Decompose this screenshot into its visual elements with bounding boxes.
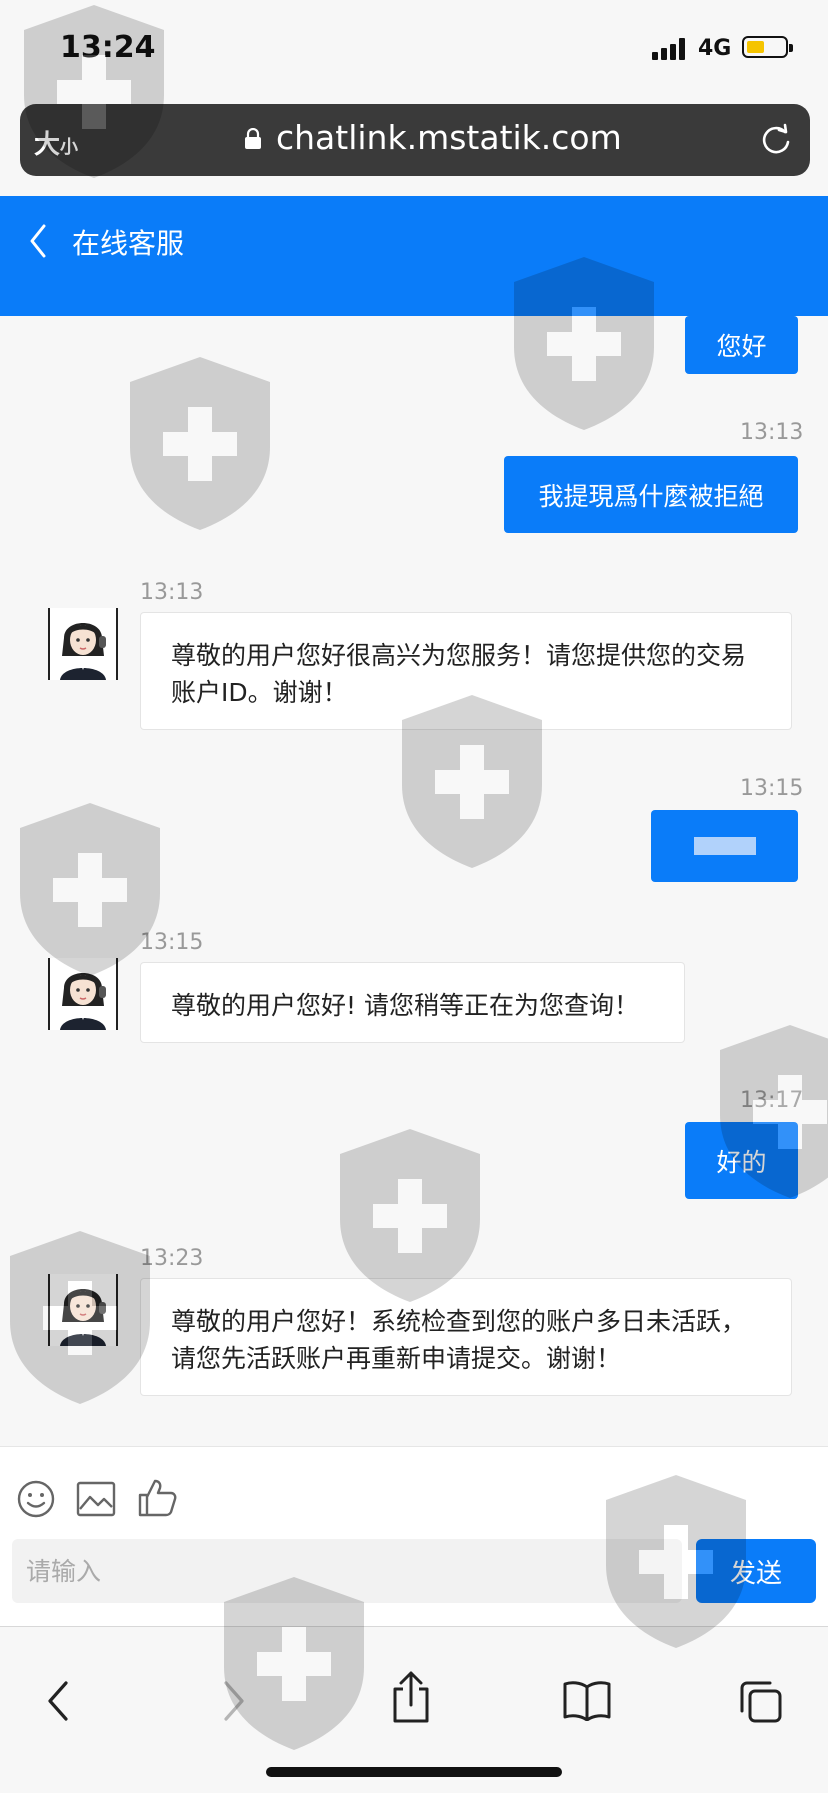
text-size-small-label: 小 (60, 137, 79, 158)
agent-avatar-image (60, 623, 106, 680)
outgoing-message: 我提現爲什麼被拒絕 (504, 456, 798, 533)
incoming-message: 尊敬的用户您好！系统检查到您的账户多日未活跃，请您先活跃账户再重新申请提交。谢谢… (140, 1278, 792, 1396)
status-time: 13:24 (60, 30, 156, 65)
message-timestamp: 13:13 (140, 580, 204, 605)
watermark-shield-icon (130, 357, 270, 530)
watermark-shield-icon (340, 1129, 480, 1302)
outgoing-message (651, 810, 798, 882)
incoming-message: 尊敬的用户您好! 请您稍等正在为您查询！ (140, 962, 685, 1043)
share-icon[interactable] (390, 1669, 432, 1725)
incoming-message: 尊敬的用户您好很高兴为您服务！请您提供您的交易账户ID。谢谢！ (140, 612, 792, 730)
header-title: 在线客服 (72, 227, 185, 260)
home-indicator (266, 1767, 562, 1777)
agent-avatar (48, 958, 118, 1030)
agent-avatar-image (60, 1289, 106, 1346)
back-chevron-icon[interactable] (26, 222, 50, 260)
back-icon[interactable] (44, 1679, 70, 1723)
browser-toolbar (0, 1626, 828, 1793)
redacted-block (693, 837, 756, 855)
message-timestamp: 13:15 (740, 776, 804, 801)
smiley-icon[interactable] (16, 1479, 56, 1519)
text-size-large-label: 大 (34, 130, 61, 160)
image-icon[interactable] (76, 1481, 116, 1517)
agent-avatar (48, 1274, 118, 1346)
chat-header: 在线客服 (0, 196, 828, 316)
signal-icon (652, 38, 688, 60)
url-text[interactable]: chatlink.mstatik.com (276, 118, 622, 157)
network-type: 4G (698, 36, 732, 61)
url-bar[interactable]: 大小 chatlink.mstatik.com (20, 104, 810, 176)
agent-avatar-image (60, 973, 106, 1030)
message-timestamp: 13:17 (740, 1088, 804, 1113)
text-size-button[interactable]: 大小 (34, 124, 78, 161)
message-timestamp: 13:23 (140, 1246, 204, 1271)
message-timestamp: 13:15 (140, 930, 204, 955)
battery-icon (742, 36, 793, 58)
message-composer: 发送 (0, 1446, 828, 1627)
message-timestamp: 13:13 (740, 420, 804, 445)
outgoing-message: 好的 (685, 1122, 798, 1199)
status-bar: 13:24 4G (0, 0, 828, 96)
outgoing-message: 您好 (685, 316, 798, 374)
agent-avatar (48, 608, 118, 680)
reload-icon[interactable] (758, 122, 794, 158)
message-input[interactable] (12, 1539, 682, 1603)
send-button[interactable]: 发送 (696, 1539, 816, 1603)
bookmarks-icon[interactable] (562, 1679, 612, 1721)
lock-icon (245, 128, 261, 149)
forward-icon[interactable] (222, 1679, 248, 1723)
tabs-icon[interactable] (738, 1679, 784, 1725)
thumbs-up-icon[interactable] (136, 1477, 178, 1519)
